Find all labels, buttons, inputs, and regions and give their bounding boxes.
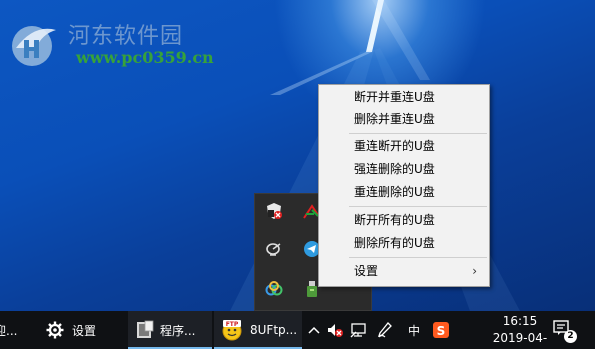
gear-icon [46, 321, 64, 339]
menu-item-force-connect-deleted[interactable]: 强连删除的U盘 [319, 158, 489, 180]
menu-item-disconnect-reconnect[interactable]: 断开并重连U盘 [319, 86, 489, 108]
action-center-button[interactable]: 2 [552, 319, 578, 343]
taskbar-app-truncated-label: 迎... [0, 323, 18, 338]
pen-ink-icon[interactable] [376, 321, 394, 339]
notification-badge: 2 [564, 330, 577, 343]
menu-item-settings-label: 设置 [354, 264, 379, 278]
menu-separator [349, 206, 487, 207]
site-logo-icon [12, 26, 56, 66]
taskbar-app-8uftp[interactable]: FTP 8UFtp... [214, 311, 302, 349]
svg-text:S: S [437, 324, 446, 338]
program-window-icon [137, 320, 154, 338]
ftp-smiley-icon: FTP [222, 320, 242, 341]
taskbar-app-settings-label: 设置 [72, 323, 97, 338]
satellite-dish-icon[interactable] [263, 238, 285, 260]
menu-separator [349, 133, 487, 134]
watermark: 河东软件园 www.pc0359.cn [6, 18, 214, 78]
menu-separator [349, 257, 487, 258]
network-ethernet-icon[interactable] [350, 321, 368, 339]
menu-item-settings[interactable]: 设置 › [319, 260, 489, 282]
menu-item-reconnect-deleted[interactable]: 重连删除的U盘 [319, 181, 489, 203]
menu-item-disconnect-all[interactable]: 断开所有的U盘 [319, 209, 489, 231]
ftp-icon-text: FTP [226, 321, 239, 328]
chevron-up-icon[interactable] [305, 321, 323, 339]
security-shield-icon[interactable] [263, 200, 285, 222]
taskbar-app-program[interactable]: 程序... [128, 311, 212, 349]
taskbar-app-truncated[interactable]: 迎... [0, 311, 20, 349]
watermark-title: 河东软件园 [68, 24, 184, 49]
taskbar-app-program-label: 程序... [160, 323, 196, 338]
clock-date: 2019-04-15 [492, 331, 548, 349]
watermark-url: www.pc0359.cn [76, 48, 214, 67]
menu-item-delete-all[interactable]: 删除所有的U盘 [319, 232, 489, 254]
menu-item-delete-reconnect[interactable]: 删除并重连U盘 [319, 108, 489, 130]
taskbar-app-8uftp-label: 8UFtp... [250, 323, 298, 337]
system-clock[interactable]: 16:15 2019-04-15 [488, 313, 552, 349]
taskbar: 迎... 设置 程序... FTP 8UFtp... 中 S 16:15 201… [0, 311, 595, 349]
volume-muted-icon[interactable] [326, 321, 344, 339]
sogou-input-icon[interactable]: S [432, 321, 450, 339]
taskbar-app-settings[interactable]: 设置 [40, 311, 124, 349]
chevron-right-icon: › [472, 264, 477, 278]
clock-time: 16:15 [502, 314, 538, 328]
cloud-sync-icon[interactable] [263, 278, 285, 300]
menu-item-reconnect-disconnected[interactable]: 重连断开的U盘 [319, 135, 489, 157]
usb-context-menu: 断开并重连U盘 删除并重连U盘 重连断开的U盘 强连删除的U盘 重连删除的U盘 … [318, 84, 490, 287]
ime-mode-indicator[interactable]: 中 [405, 321, 423, 339]
